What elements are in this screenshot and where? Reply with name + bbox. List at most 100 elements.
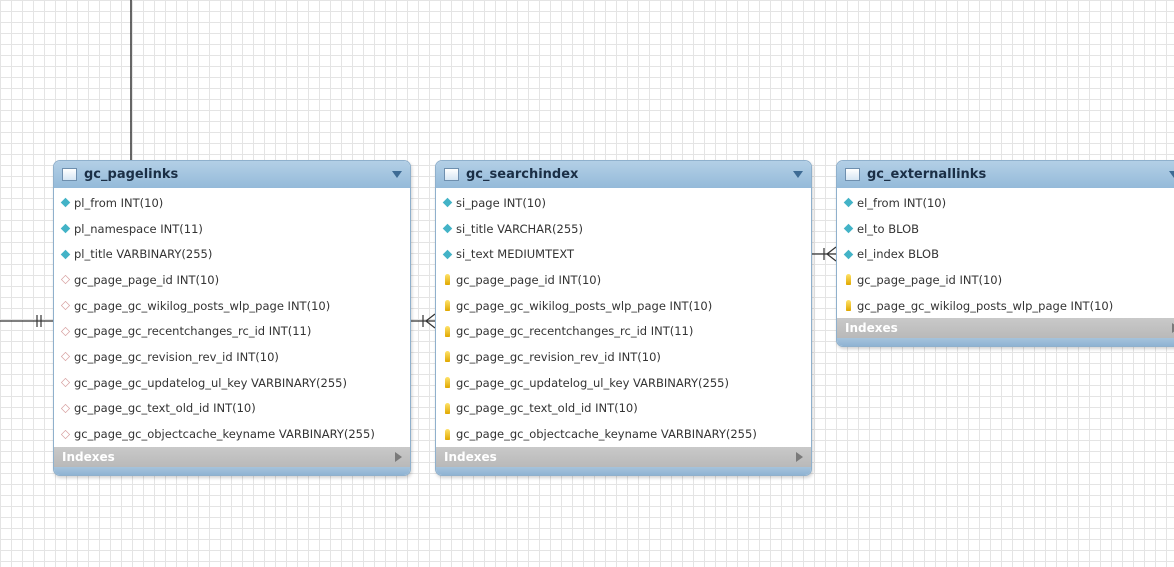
column-label: gc_page_gc_objectcache_keyname VARBINARY…: [456, 427, 757, 442]
entity-title: gc_pagelinks: [84, 167, 179, 182]
column-row[interactable]: si_title VARCHAR(255): [436, 216, 811, 242]
table-icon: [444, 168, 459, 181]
column-row[interactable]: el_index BLOB: [837, 241, 1174, 267]
table-icon: [62, 168, 77, 181]
entity-footer: [436, 466, 811, 475]
column-label: gc_page_gc_revision_rev_id INT(10): [456, 349, 661, 364]
column-row[interactable]: gc_page_gc_objectcache_keyname VARBINARY…: [436, 421, 811, 447]
entity-gc-pagelinks[interactable]: gc_pagelinks pl_from INT(10) pl_namespac…: [53, 160, 411, 476]
column-diamond-icon: [843, 223, 854, 234]
column-row[interactable]: gc_page_gc_updatelog_ul_key VARBINARY(25…: [436, 370, 811, 396]
column-label: gc_page_gc_updatelog_ul_key VARBINARY(25…: [74, 375, 347, 390]
column-row[interactable]: pl_namespace INT(11): [54, 216, 410, 242]
entity-gc-externallinks[interactable]: gc_externallinks el_from INT(10) el_to B…: [836, 160, 1174, 348]
expand-arrow-icon[interactable]: [796, 451, 803, 462]
entity-footer: [837, 338, 1174, 347]
column-label: gc_page_gc_wikilog_posts_wlp_page INT(10…: [74, 298, 331, 313]
column-label: gc_page_gc_text_old_id INT(10): [74, 401, 256, 416]
column-label: gc_page_page_id INT(10): [456, 272, 602, 287]
entity-title: gc_searchindex: [466, 167, 579, 182]
column-label: gc_page_gc_wikilog_posts_wlp_page INT(10…: [857, 298, 1114, 313]
foreign-key-diamond-icon: [60, 378, 71, 388]
column-row[interactable]: gc_page_gc_recentchanges_rc_id INT(11): [54, 318, 410, 344]
column-diamond-icon: [60, 249, 71, 259]
column-row[interactable]: gc_page_gc_wikilog_posts_wlp_page INT(10…: [436, 293, 811, 319]
column-label: gc_page_page_id INT(10): [74, 272, 220, 287]
key-icon: [445, 325, 450, 337]
key-icon: [445, 402, 450, 414]
column-label: si_title VARCHAR(255): [456, 221, 583, 236]
column-label: gc_page_gc_text_old_id INT(10): [456, 401, 638, 416]
entity-footer: [54, 466, 410, 475]
column-label: gc_page_gc_updatelog_ul_key VARBINARY(25…: [456, 375, 729, 390]
column-diamond-icon: [442, 198, 453, 208]
column-row[interactable]: gc_page_page_id INT(10): [436, 267, 811, 293]
key-icon: [445, 274, 450, 286]
column-row[interactable]: gc_page_gc_revision_rev_id INT(10): [436, 344, 811, 370]
table-icon: [845, 168, 860, 181]
column-row[interactable]: gc_page_gc_updatelog_ul_key VARBINARY(25…: [54, 370, 410, 396]
column-label: si_text MEDIUMTEXT: [456, 247, 575, 262]
indexes-bar[interactable]: Indexes: [54, 446, 410, 467]
collapse-icon[interactable]: [392, 171, 402, 178]
foreign-key-diamond-icon: [60, 301, 71, 311]
column-label: el_to BLOB: [857, 221, 920, 236]
relation-pagelinks-searchindex: [410, 313, 436, 329]
column-row[interactable]: si_page INT(10): [436, 190, 811, 216]
indexes-label: Indexes: [444, 449, 497, 464]
column-label: gc_page_gc_revision_rev_id INT(10): [74, 349, 279, 364]
column-label: el_index BLOB: [857, 247, 939, 262]
entity-gc-searchindex[interactable]: gc_searchindex si_page INT(10) si_title …: [435, 160, 812, 476]
column-label: pl_namespace INT(11): [74, 221, 203, 236]
column-row[interactable]: gc_page_gc_recentchanges_rc_id INT(11): [436, 318, 811, 344]
relation-searchindex-externallinks: [811, 246, 837, 262]
column-row[interactable]: pl_title VARBINARY(255): [54, 241, 410, 267]
entity-title: gc_externallinks: [867, 167, 987, 182]
column-diamond-icon: [843, 249, 854, 259]
foreign-key-diamond-icon: [60, 275, 71, 285]
column-row[interactable]: gc_page_gc_wikilog_posts_wlp_page INT(10…: [837, 293, 1174, 319]
column-list: el_from INT(10) el_to BLOB el_index BLOB…: [837, 188, 1174, 318]
column-label: pl_title VARBINARY(255): [74, 247, 213, 262]
key-icon: [445, 351, 450, 363]
indexes-bar[interactable]: Indexes: [837, 318, 1174, 339]
column-row[interactable]: gc_page_gc_revision_rev_id INT(10): [54, 344, 410, 370]
column-row[interactable]: el_from INT(10): [837, 190, 1174, 216]
collapse-icon[interactable]: [793, 171, 803, 178]
key-icon: [445, 377, 450, 389]
column-diamond-icon: [60, 223, 71, 234]
column-label: si_page INT(10): [456, 195, 546, 210]
foreign-key-diamond-icon: [60, 403, 71, 413]
column-label: gc_page_gc_objectcache_keyname VARBINARY…: [74, 427, 375, 442]
collapse-icon[interactable]: [1169, 171, 1174, 178]
entity-header[interactable]: gc_searchindex: [436, 161, 811, 188]
foreign-key-diamond-icon: [60, 352, 71, 362]
entity-header[interactable]: gc_externallinks: [837, 161, 1174, 188]
entity-header[interactable]: gc_pagelinks: [54, 161, 410, 188]
column-row[interactable]: gc_page_gc_text_old_id INT(10): [54, 396, 410, 422]
column-list: pl_from INT(10) pl_namespace INT(11) pl_…: [54, 188, 410, 447]
relation-pagelinks-left: [0, 315, 53, 327]
column-row[interactable]: gc_page_gc_wikilog_posts_wlp_page INT(10…: [54, 293, 410, 319]
indexes-bar[interactable]: Indexes: [436, 446, 811, 467]
column-row[interactable]: gc_page_gc_objectcache_keyname VARBINARY…: [54, 421, 410, 447]
column-label: gc_page_gc_wikilog_posts_wlp_page INT(10…: [456, 298, 713, 313]
key-icon: [445, 428, 450, 440]
column-diamond-icon: [442, 223, 453, 234]
column-label: gc_page_gc_recentchanges_rc_id INT(11): [74, 324, 312, 339]
expand-arrow-icon[interactable]: [395, 451, 402, 462]
indexes-label: Indexes: [845, 321, 898, 336]
column-row[interactable]: si_text MEDIUMTEXT: [436, 241, 811, 267]
column-row[interactable]: pl_from INT(10): [54, 190, 410, 216]
column-row[interactable]: gc_page_page_id INT(10): [54, 267, 410, 293]
column-diamond-icon: [442, 249, 453, 259]
key-icon: [846, 274, 851, 286]
foreign-key-diamond-icon: [60, 326, 71, 336]
column-row[interactable]: gc_page_gc_text_old_id INT(10): [436, 396, 811, 422]
column-label: gc_page_gc_recentchanges_rc_id INT(11): [456, 324, 694, 339]
foreign-key-diamond-icon: [60, 429, 71, 439]
column-row[interactable]: el_to BLOB: [837, 216, 1174, 242]
column-diamond-icon: [843, 198, 854, 208]
column-diamond-icon: [60, 198, 71, 208]
column-row[interactable]: gc_page_page_id INT(10): [837, 267, 1174, 293]
